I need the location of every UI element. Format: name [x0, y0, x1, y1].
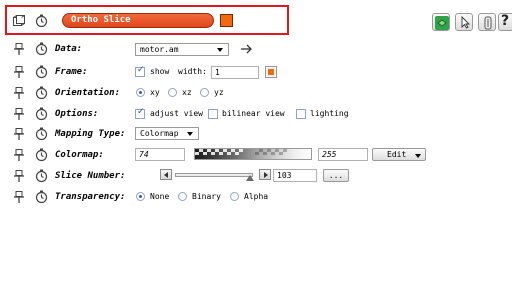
transparency-label: Transparency:	[55, 192, 126, 202]
port-info-icon	[484, 16, 492, 30]
transparency-binary-label: Binary	[192, 192, 221, 201]
colormap-edit-button[interactable]: Edit	[372, 148, 426, 161]
pin-icon[interactable]	[14, 108, 24, 123]
help-button[interactable]: ?	[498, 13, 512, 31]
pin-icon[interactable]	[14, 170, 24, 185]
orientation-label: Orientation:	[55, 88, 121, 98]
triangle-left-icon	[164, 172, 168, 178]
triangle-right-icon	[264, 172, 268, 178]
module-viewer-icon[interactable]	[13, 15, 26, 27]
colormap-label: Colormap:	[55, 150, 104, 160]
data-label: Data:	[55, 44, 83, 54]
frame-color-swatch	[268, 69, 274, 75]
pin-icon[interactable]	[14, 128, 24, 143]
option-lighting-label: lighting	[310, 109, 349, 118]
orientation-xz-radio[interactable]	[168, 88, 177, 97]
orientation-xz-label: xz	[182, 88, 192, 97]
pin-icon[interactable]	[14, 66, 24, 81]
clock-icon[interactable]	[35, 169, 49, 186]
mapping-type-value: Colormap	[140, 129, 179, 138]
pin-icon[interactable]	[14, 43, 24, 58]
orientation-xy-radio[interactable]	[136, 88, 145, 97]
data-source-value: motor.am	[140, 45, 179, 54]
transparency-alpha-radio[interactable]	[230, 192, 239, 201]
chevron-down-icon	[415, 154, 421, 158]
slice-number-input[interactable]: 103	[273, 169, 317, 182]
slice-more-button[interactable]: ...	[323, 169, 349, 182]
option-adjust-view-label: adjust view	[150, 109, 203, 118]
clock-icon[interactable]	[35, 65, 49, 82]
viewer-toggle-icon	[435, 16, 449, 30]
frame-color-button[interactable]	[265, 66, 277, 78]
colormap-bar[interactable]	[194, 148, 312, 160]
option-lighting-checkbox[interactable]	[296, 109, 306, 119]
clock-icon[interactable]	[35, 127, 49, 144]
option-bilinear-view-label: bilinear view	[222, 109, 285, 118]
chevron-down-icon	[187, 132, 193, 136]
colormap-min-input[interactable]: 74	[135, 148, 185, 161]
options-label: Options:	[55, 109, 99, 119]
module-color-swatch[interactable]	[220, 14, 233, 27]
mapping-type-select[interactable]: Colormap	[135, 127, 199, 140]
pointer-icon	[461, 15, 471, 29]
frame-width-label: width:	[178, 67, 207, 76]
transparency-none-label: None	[150, 192, 170, 201]
option-adjust-view-checkbox[interactable]	[135, 107, 145, 119]
viewer-toggle-button[interactable]	[432, 13, 450, 31]
frame-show-label: show	[150, 67, 170, 76]
orientation-xy-label: xy	[150, 88, 160, 97]
slice-slider-thumb[interactable]	[246, 175, 254, 181]
frame-width-input[interactable]: 1	[211, 66, 259, 79]
colormap-max-input[interactable]: 255	[318, 148, 368, 161]
frame-label: Frame:	[55, 67, 88, 77]
colormap-checker-pattern	[195, 149, 287, 155]
pin-icon[interactable]	[14, 149, 24, 164]
orientation-yz-radio[interactable]	[200, 88, 209, 97]
clock-icon[interactable]	[35, 86, 49, 103]
module-name-button[interactable]: Ortho Slice	[62, 13, 214, 28]
pin-icon[interactable]	[14, 87, 24, 102]
pin-icon[interactable]	[14, 191, 24, 206]
pointer-button[interactable]	[455, 13, 473, 31]
clock-icon[interactable]	[35, 148, 49, 165]
option-bilinear-view-checkbox[interactable]	[208, 109, 218, 119]
slice-slider-track[interactable]	[175, 173, 253, 177]
clock-icon[interactable]	[35, 42, 49, 59]
transparency-alpha-label: Alpha	[244, 192, 269, 201]
slice-number-label: Slice Number:	[55, 171, 126, 181]
slice-next-button[interactable]	[259, 169, 271, 180]
clock-icon[interactable]	[35, 107, 49, 124]
chevron-down-icon	[217, 48, 223, 52]
transparency-none-radio[interactable]	[136, 192, 145, 201]
mapping-type-label: Mapping Type:	[55, 129, 126, 139]
frame-show-checkbox[interactable]	[135, 65, 145, 77]
colormap-edit-label: Edit	[387, 150, 407, 159]
help-icon: ?	[501, 13, 510, 29]
port-info-button[interactable]	[478, 13, 496, 31]
clock-icon[interactable]	[35, 190, 49, 207]
arrow-right-icon[interactable]	[240, 43, 254, 58]
slice-prev-button[interactable]	[160, 169, 172, 180]
module-clock-icon[interactable]	[35, 14, 49, 28]
data-source-select[interactable]: motor.am	[135, 43, 229, 56]
transparency-binary-radio[interactable]	[178, 192, 187, 201]
orientation-yz-label: yz	[214, 88, 224, 97]
